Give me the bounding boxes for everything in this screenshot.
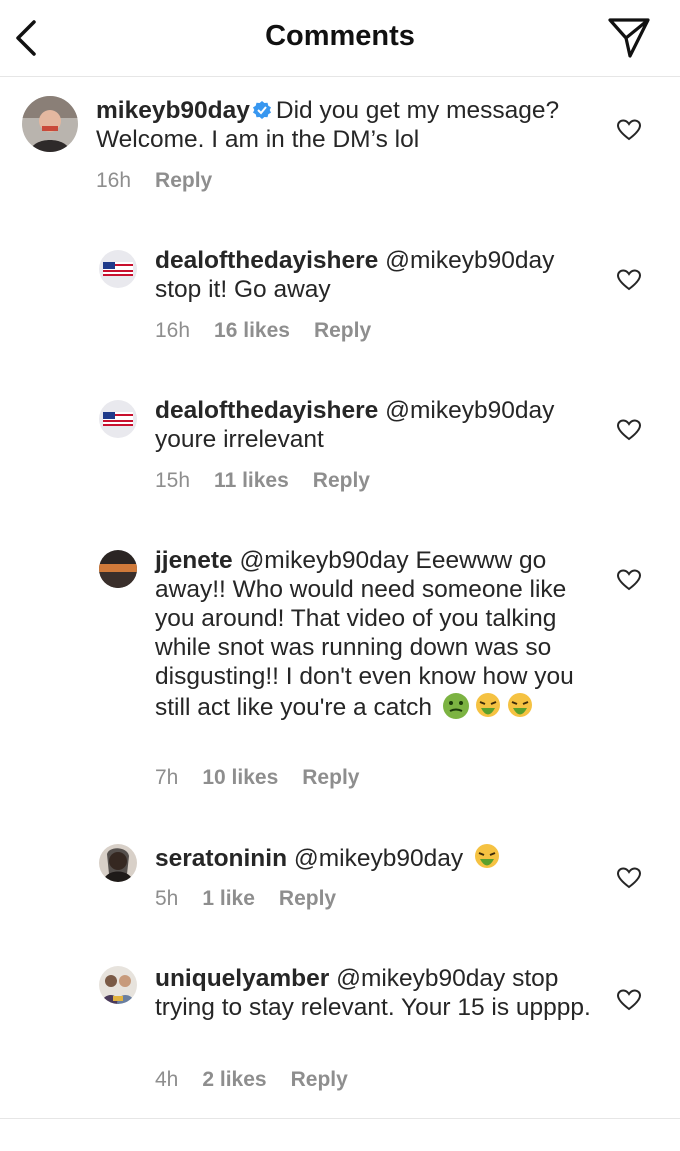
comment-body: jjenete @mikeyb90day Eeewww go away!! Wh… xyxy=(155,546,595,722)
reply-button[interactable]: Reply xyxy=(314,319,371,342)
comment-text: stop it! Go away xyxy=(155,276,331,303)
avatar[interactable] xyxy=(99,550,137,588)
comment-time: 7h xyxy=(155,766,179,789)
like-heart-icon[interactable] xyxy=(616,268,642,292)
mention-link[interactable]: @mikeyb90day xyxy=(239,547,408,574)
comment-body: dealofthedayishere @mikeyb90day youre irr… xyxy=(155,396,605,454)
reply-comment-item: uniquelyamber @mikeyb90day stop trying t… xyxy=(0,964,680,1094)
like-heart-icon[interactable] xyxy=(616,568,642,592)
avatar[interactable] xyxy=(99,250,137,288)
comment-username[interactable]: dealofthedayishere xyxy=(155,247,378,274)
comment-meta: 16h 16 likes Reply xyxy=(155,319,395,343)
reply-comment-item: dealofthedayishere @mikeyb90day stop it! … xyxy=(0,246,680,346)
likes-count[interactable]: 16 likes xyxy=(214,319,290,342)
reply-button[interactable]: Reply xyxy=(279,887,336,910)
vomiting-face-emoji-icon xyxy=(507,693,532,717)
vomiting-face-emoji-icon xyxy=(475,693,500,717)
likes-count[interactable]: 2 likes xyxy=(202,1068,266,1091)
comment-time: 5h xyxy=(155,887,179,910)
mention-link[interactable]: @mikeyb90day xyxy=(336,965,505,992)
comment-username[interactable]: uniquelyamber xyxy=(155,965,329,992)
avatar[interactable] xyxy=(99,844,137,882)
comment-username[interactable]: mikeyb90day xyxy=(96,97,250,124)
reply-button[interactable]: Reply xyxy=(302,766,359,789)
like-heart-icon[interactable] xyxy=(616,418,642,442)
comment-body: uniquelyamber @mikeyb90day stop trying t… xyxy=(155,964,595,1022)
like-heart-icon[interactable] xyxy=(616,866,642,890)
comment-item: mikeyb90day Did you get my message? Welco… xyxy=(0,96,680,206)
comment-time: 15h xyxy=(155,469,191,492)
like-heart-icon[interactable] xyxy=(616,988,642,1012)
mention-link[interactable]: @mikeyb90day xyxy=(294,845,463,872)
avatar[interactable] xyxy=(99,966,137,1004)
comment-body: seratoninin @mikeyb90day xyxy=(155,842,605,873)
reply-comment-item: seratoninin @mikeyb90day 5h 1 like Reply xyxy=(0,842,680,922)
comment-meta: 15h 11 likes Reply xyxy=(155,469,394,493)
comment-username[interactable]: jjenete xyxy=(155,547,233,574)
comment-time: 4h xyxy=(155,1068,179,1091)
mention-link[interactable]: @mikeyb90day xyxy=(385,247,554,274)
likes-count[interactable]: 10 likes xyxy=(202,766,278,789)
avatar[interactable] xyxy=(22,96,78,152)
like-heart-icon[interactable] xyxy=(616,118,642,142)
comment-body: mikeyb90day Did you get my message? Welco… xyxy=(96,96,596,154)
mention-link[interactable]: @mikeyb90day xyxy=(385,397,554,424)
comment-meta: 7h 10 likes Reply xyxy=(155,766,383,790)
reply-button[interactable]: Reply xyxy=(155,169,212,192)
page-title: Comments xyxy=(265,20,415,52)
emoji-quick-bar xyxy=(0,1118,680,1151)
reply-button[interactable]: Reply xyxy=(291,1068,348,1091)
comment-text: youre irrelevant xyxy=(155,426,324,453)
likes-count[interactable]: 1 like xyxy=(202,887,255,910)
nauseated-face-emoji-icon xyxy=(442,693,469,719)
comment-meta: 5h 1 like Reply xyxy=(155,887,360,911)
verified-badge-icon xyxy=(252,101,271,119)
vomiting-face-emoji-icon xyxy=(474,844,499,868)
comment-meta: 4h 2 likes Reply xyxy=(155,1068,372,1092)
comment-body: dealofthedayishere @mikeyb90day stop it! … xyxy=(155,246,605,304)
comment-username[interactable]: dealofthedayishere xyxy=(155,397,378,424)
avatar[interactable] xyxy=(99,400,137,438)
comment-time: 16h xyxy=(155,319,191,342)
reply-comment-item: dealofthedayishere @mikeyb90day youre irr… xyxy=(0,396,680,496)
comment-meta: 16h Reply xyxy=(96,169,236,193)
send-icon[interactable] xyxy=(606,14,652,60)
comment-time: 16h xyxy=(96,169,132,192)
reply-button[interactable]: Reply xyxy=(313,469,370,492)
comment-username[interactable]: seratoninin xyxy=(155,845,287,872)
header-bar: Comments xyxy=(0,0,680,77)
reply-comment-item: jjenete @mikeyb90day Eeewww go away!! Wh… xyxy=(0,546,680,796)
likes-count[interactable]: 11 likes xyxy=(214,469,289,492)
